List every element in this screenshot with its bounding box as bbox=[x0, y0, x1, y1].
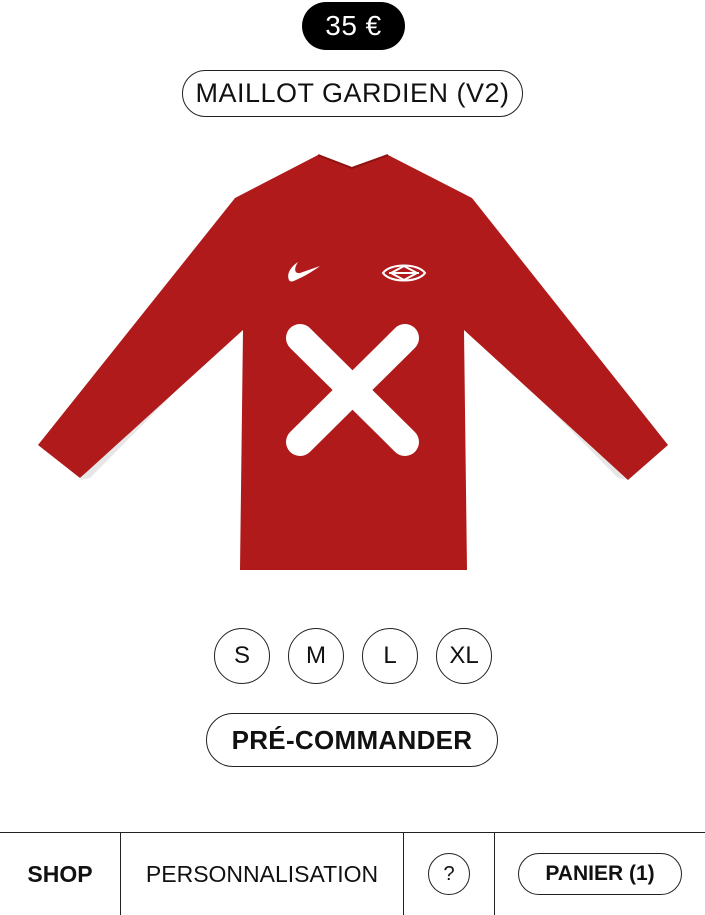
nav-personalisation-label: PERSONNALISATION bbox=[145, 860, 379, 887]
help-icon: ? bbox=[443, 862, 455, 885]
size-label: S bbox=[233, 642, 250, 669]
size-selector: S M L XL bbox=[214, 628, 494, 686]
help-button[interactable]: ? bbox=[428, 853, 470, 895]
size-label: L bbox=[383, 642, 397, 669]
size-l-button[interactable]: L bbox=[362, 628, 418, 684]
price-text: 35 € bbox=[325, 10, 382, 41]
size-label: M bbox=[306, 642, 326, 669]
product-title-text: MAILLOT GARDIEN (V2) bbox=[195, 78, 510, 108]
nav-personalisation[interactable]: PERSONNALISATION bbox=[121, 833, 403, 915]
size-xl-button[interactable]: XL bbox=[436, 628, 492, 684]
size-s-button[interactable]: S bbox=[214, 628, 270, 684]
price-badge: 35 € bbox=[302, 2, 405, 50]
preorder-label: PRÉ-COMMANDER bbox=[231, 724, 473, 755]
preorder-button[interactable]: PRÉ-COMMANDER bbox=[206, 713, 498, 767]
nav-help: ? bbox=[404, 833, 494, 915]
nav-shop-label: SHOP bbox=[27, 860, 93, 887]
size-label: XL bbox=[449, 642, 479, 669]
jersey-image bbox=[38, 154, 668, 570]
product-title: MAILLOT GARDIEN (V2) bbox=[182, 70, 523, 117]
jersey-body bbox=[38, 155, 668, 570]
bottom-nav: SHOP PERSONNALISATION ? PANIER (1) bbox=[0, 832, 705, 915]
nav-cart: PANIER (1) bbox=[495, 833, 705, 915]
nav-shop[interactable]: SHOP bbox=[0, 833, 120, 915]
size-m-button[interactable]: M bbox=[288, 628, 344, 684]
cart-button[interactable]: PANIER (1) bbox=[518, 853, 682, 895]
cart-label: PANIER (1) bbox=[545, 862, 655, 885]
